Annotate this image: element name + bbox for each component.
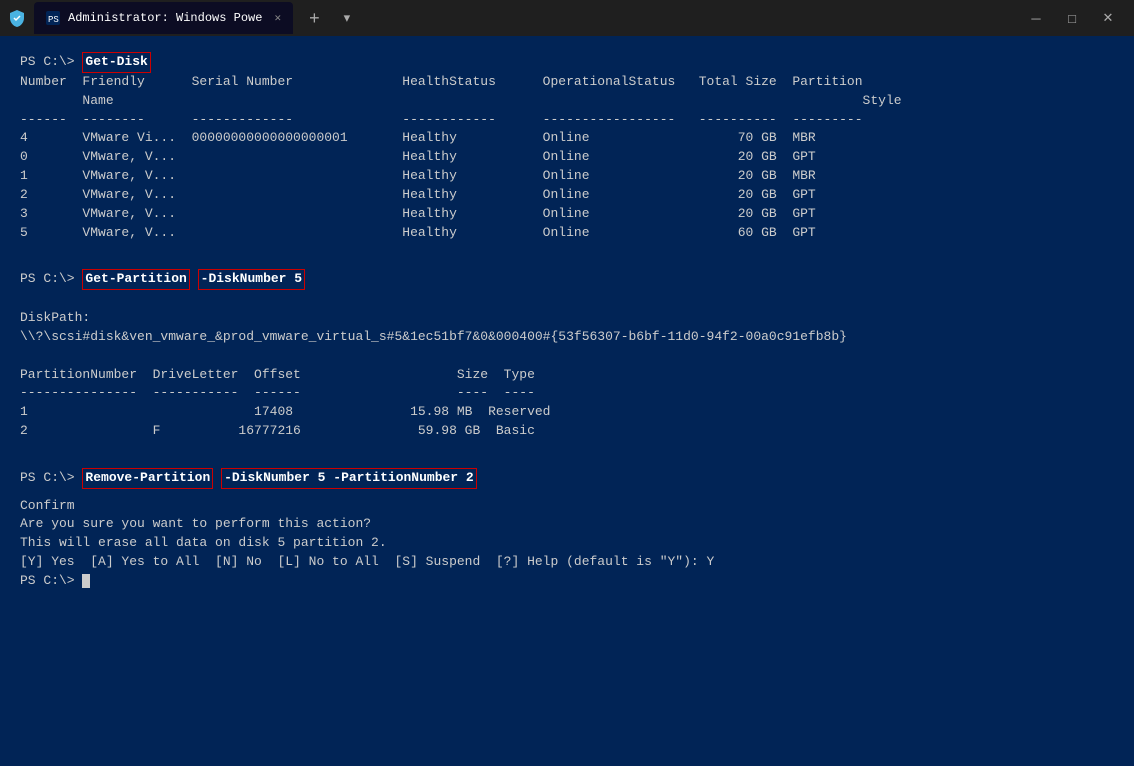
shield-icon: [8, 9, 26, 27]
final-prompt-line: PS C:\>: [20, 572, 1114, 591]
get-partition-section: PS C:\> Get-Partition -DiskNumber 5 Disk…: [20, 269, 1114, 441]
partition-separator: --------------- ----------- ------ ---- …: [20, 384, 1114, 403]
disk-row-2: 2 VMware, V... Healthy Online 20 GB GPT: [20, 186, 1114, 205]
minimize-button[interactable]: ─: [1026, 10, 1046, 26]
prompt-line-2: PS C:\> Get-Partition -DiskNumber 5: [20, 269, 1114, 290]
prompt-line-1: PS C:\> Get-Disk: [20, 52, 1114, 73]
disk-header-2: Name Style: [20, 92, 1114, 111]
tab-dropdown-button[interactable]: ▾: [336, 10, 359, 26]
disk-row-0: 0 VMware, V... Healthy Online 20 GB GPT: [20, 148, 1114, 167]
cursor: [82, 574, 90, 588]
diskpath-value: \\?\scsi#disk&ven_vmware_&prod_vmware_vi…: [20, 328, 1114, 347]
tab-label: Administrator: Windows Powe: [68, 11, 262, 25]
remove-partition-command: Remove-Partition: [82, 468, 213, 489]
disk-header-1: Number Friendly Serial Number HealthStat…: [20, 73, 1114, 92]
remove-partition-param: -DiskNumber 5 -PartitionNumber 2: [221, 468, 477, 489]
confirm-section: Confirm Are you sure you want to perform…: [20, 497, 1114, 591]
prompt-1: PS C:\>: [20, 54, 75, 69]
disk-row-1: 1 VMware, V... Healthy Online 20 GB MBR: [20, 167, 1114, 186]
get-disk-command: Get-Disk: [82, 52, 150, 73]
get-disk-section: PS C:\> Get-Disk Number Friendly Serial …: [20, 52, 1114, 242]
prompt-2: PS C:\>: [20, 271, 75, 286]
restore-button[interactable]: □: [1062, 10, 1082, 26]
terminal-tab[interactable]: PS Administrator: Windows Powe ✕: [34, 2, 293, 34]
get-partition-param: -DiskNumber 5: [198, 269, 305, 290]
powershell-icon: PS: [46, 11, 60, 25]
new-tab-button[interactable]: +: [301, 8, 328, 29]
disk-separator: ------ -------- ------------- ----------…: [20, 111, 1114, 130]
partition-row-1: 1 17408 15.98 MB Reserved: [20, 403, 1114, 422]
titlebar: PS Administrator: Windows Powe ✕ + ▾ ─ □…: [0, 0, 1134, 36]
prompt-4: PS C:\>: [20, 573, 75, 588]
get-partition-command: Get-Partition: [82, 269, 189, 290]
prompt-line-3: PS C:\> Remove-Partition -DiskNumber 5 -…: [20, 468, 1114, 489]
prompt-3: PS C:\>: [20, 470, 75, 485]
confirm-line-1: Are you sure you want to perform this ac…: [20, 515, 1114, 534]
partition-row-2: 2 F 16777216 59.98 GB Basic: [20, 422, 1114, 441]
tab-close-button[interactable]: ✕: [274, 11, 281, 25]
remove-partition-section: PS C:\> Remove-Partition -DiskNumber 5 -…: [20, 468, 1114, 489]
disk-row-5: 5 VMware, V... Healthy Online 60 GB GPT: [20, 224, 1114, 243]
svg-text:PS: PS: [48, 15, 59, 25]
disk-row-3: 3 VMware, V... Healthy Online 20 GB GPT: [20, 205, 1114, 224]
disk-row-4: 4 VMware Vi... 00000000000000000001 Heal…: [20, 129, 1114, 148]
confirm-line-2: This will erase all data on disk 5 parti…: [20, 534, 1114, 553]
partition-header: PartitionNumber DriveLetter Offset Size …: [20, 366, 1114, 385]
confirm-line-3: [Y] Yes [A] Yes to All [N] No [L] No to …: [20, 553, 1114, 572]
terminal-window[interactable]: PS C:\> Get-Disk Number Friendly Serial …: [0, 36, 1134, 766]
confirm-title: Confirm: [20, 497, 1114, 516]
diskpath-label: DiskPath:: [20, 309, 1114, 328]
close-button[interactable]: ✕: [1098, 10, 1118, 26]
